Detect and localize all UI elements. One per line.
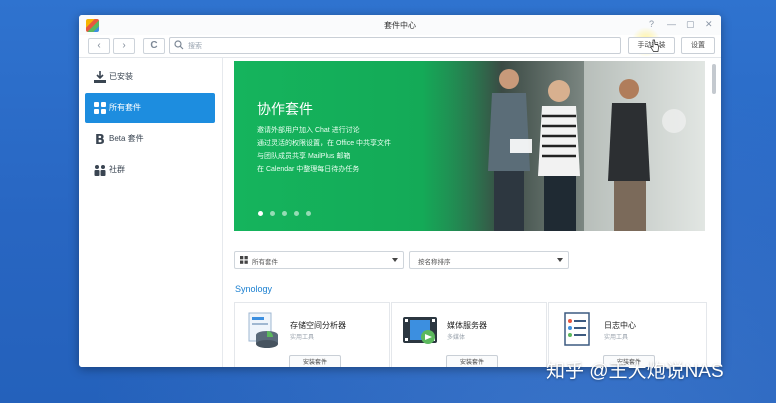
- log-center-icon: [564, 312, 590, 346]
- watermark-text: 知乎 @王大炮说NAS: [546, 361, 724, 382]
- package-card[interactable]: 存储空间分析器 实用工具 安装套件: [234, 302, 390, 367]
- sidebar-item-label: 所有套件: [109, 103, 141, 112]
- banner-line: 邀请外部用户加入 Chat 进行讨论: [257, 127, 360, 134]
- sort-dropdown[interactable]: 按名称排序: [409, 251, 569, 269]
- minimize-icon[interactable]: —: [667, 19, 676, 29]
- search-placeholder: 搜索: [188, 43, 202, 50]
- toolbar: ‹ › C 搜索 手动安装 设置: [79, 27, 721, 58]
- maximize-icon[interactable]: ▢: [686, 19, 695, 29]
- refresh-button[interactable]: C: [143, 38, 165, 54]
- title-bar[interactable]: 套件中心 ? — ▢ ✕: [79, 15, 721, 36]
- sidebar-item-installed[interactable]: 已安装: [85, 62, 215, 92]
- package-category: 多媒体: [447, 335, 466, 341]
- sidebar-item-label: 社群: [109, 165, 125, 174]
- package-card[interactable]: 媒体服务器 多媒体 安装套件: [391, 302, 547, 367]
- storage-analyzer-icon: [248, 312, 278, 348]
- package-list-panel: 协作套件 邀请外部用户加入 Chat 进行讨论 通过灵活的权限设置，在 Offi…: [225, 58, 721, 367]
- forward-button[interactable]: ›: [113, 38, 135, 54]
- media-server-icon: [403, 317, 437, 344]
- package-category: 实用工具: [604, 335, 629, 341]
- search-icon: [174, 40, 184, 50]
- package-name: 媒体服务器: [447, 321, 487, 330]
- carousel-dot[interactable]: [294, 211, 299, 216]
- office-people-photo: [434, 61, 705, 231]
- sidebar: 已安装 所有套件 B Beta 套件 社群: [79, 58, 223, 367]
- install-button[interactable]: 安装套件: [446, 355, 498, 367]
- sidebar-item-label: Beta 套件: [109, 134, 144, 143]
- sidebar-item-community[interactable]: 社群: [85, 155, 215, 185]
- settings-button[interactable]: 设置: [681, 37, 715, 54]
- sort-value: 按名称排序: [418, 259, 451, 266]
- back-button[interactable]: ‹: [88, 38, 110, 54]
- promo-banner[interactable]: 协作套件 邀请外部用户加入 Chat 进行讨论 通过灵活的权限设置，在 Offi…: [234, 61, 705, 231]
- carousel-dot[interactable]: [270, 211, 275, 216]
- close-icon[interactable]: ✕: [705, 19, 713, 29]
- section-title: Synology: [235, 284, 273, 294]
- banner-title: 协作套件: [257, 101, 313, 117]
- window-title: 套件中心: [384, 21, 416, 30]
- carousel-dot[interactable]: [258, 211, 263, 216]
- carousel-dot[interactable]: [306, 211, 311, 216]
- type-filter-value: 所有套件: [252, 259, 278, 266]
- type-filter-dropdown[interactable]: 所有套件: [234, 251, 404, 269]
- package-center-window: 套件中心 ? — ▢ ✕ ‹ › C 搜索 手动安装 设置 已安装 所有套件 B…: [79, 15, 721, 367]
- svg-text:B: B: [95, 133, 105, 146]
- sidebar-item-label: 已安装: [109, 72, 133, 81]
- search-input[interactable]: 搜索: [169, 37, 621, 54]
- sidebar-item-beta[interactable]: B Beta 套件: [85, 124, 215, 154]
- package-name: 存储空间分析器: [290, 321, 346, 330]
- pointer-cursor-icon: [650, 39, 659, 52]
- chevron-down-icon: [557, 258, 563, 262]
- banner-line: 通过灵活的权限设置，在 Office 中共享文件: [257, 140, 392, 147]
- grid-icon: [240, 256, 248, 264]
- banner-line: 与团队成员共享 MailPlus 邮箱: [257, 153, 351, 160]
- community-icon: [94, 165, 106, 176]
- scrollbar[interactable]: [712, 64, 716, 94]
- sidebar-item-all-packages[interactable]: 所有套件: [85, 93, 215, 123]
- grid-icon: [94, 102, 106, 114]
- install-button[interactable]: 安装套件: [289, 355, 341, 367]
- chevron-down-icon: [392, 258, 398, 262]
- carousel-dot[interactable]: [282, 211, 287, 216]
- beta-icon: B: [95, 133, 105, 146]
- package-category: 实用工具: [290, 335, 315, 341]
- package-name: 日志中心: [604, 321, 636, 330]
- banner-line: 在 Calendar 中整理每日待办任务: [257, 166, 360, 173]
- download-icon: [94, 71, 106, 83]
